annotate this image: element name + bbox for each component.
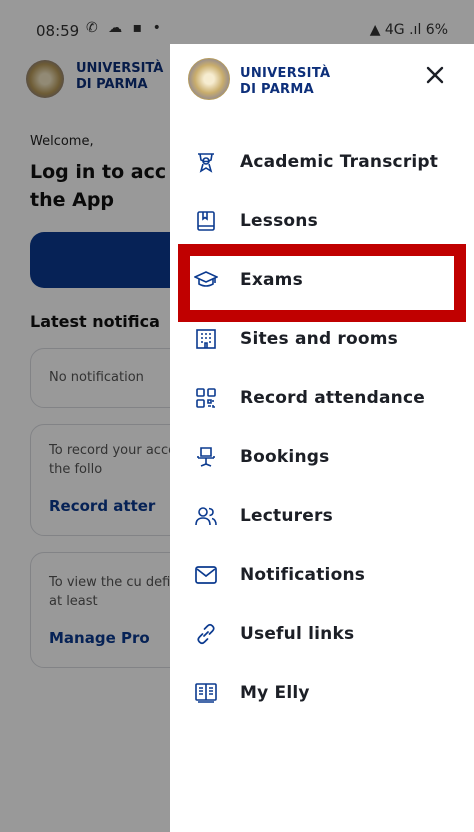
menu-item-bookings[interactable]: Bookings	[170, 433, 474, 481]
menu-item-notifications[interactable]: Notifications	[170, 551, 474, 599]
menu-item-lessons[interactable]: Lessons	[170, 197, 474, 245]
menu-item-academic-transcript[interactable]: Academic Transcript	[170, 138, 474, 186]
menu-item-label: Lessons	[240, 211, 318, 231]
close-icon	[426, 66, 444, 84]
menu-item-label: Useful links	[240, 624, 355, 644]
menu-item-exams[interactable]: Exams	[170, 256, 474, 304]
users-icon	[195, 507, 217, 526]
menu-item-label: Notifications	[240, 565, 366, 585]
award-icon	[198, 153, 214, 173]
open-book-icon	[195, 683, 217, 703]
menu-item-label: Lecturers	[240, 506, 333, 526]
menu-item-label: Record attendance	[240, 388, 425, 408]
menu-item-label: Sites and rooms	[240, 329, 399, 349]
qr-code-icon	[196, 388, 216, 408]
menu-item-label: Academic Transcript	[240, 152, 439, 172]
menu-item-label: My Elly	[240, 683, 310, 703]
menu-item-my-elly[interactable]: My Elly	[170, 669, 474, 717]
book-icon	[197, 211, 215, 231]
menu-item-useful-links[interactable]: Useful links	[170, 610, 474, 658]
envelope-icon	[195, 566, 217, 584]
close-button[interactable]	[420, 60, 450, 90]
menu-item-label: Exams	[240, 270, 303, 290]
menu-item-sites-and-rooms[interactable]: Sites and rooms	[170, 315, 474, 363]
university-seal-logo	[188, 58, 230, 100]
menu-item-record-attendance[interactable]: Record attendance	[170, 374, 474, 422]
building-icon	[196, 329, 216, 349]
navigation-drawer: UNIVERSITÀ DI PARMA Academic Transcript …	[170, 44, 474, 832]
brand-name: UNIVERSITÀ DI PARMA	[240, 66, 331, 97]
link-icon	[197, 623, 215, 645]
menu-item-label: Bookings	[240, 447, 330, 467]
menu-item-lecturers[interactable]: Lecturers	[170, 492, 474, 540]
chair-icon	[197, 447, 215, 467]
graduation-cap-icon	[194, 271, 218, 287]
